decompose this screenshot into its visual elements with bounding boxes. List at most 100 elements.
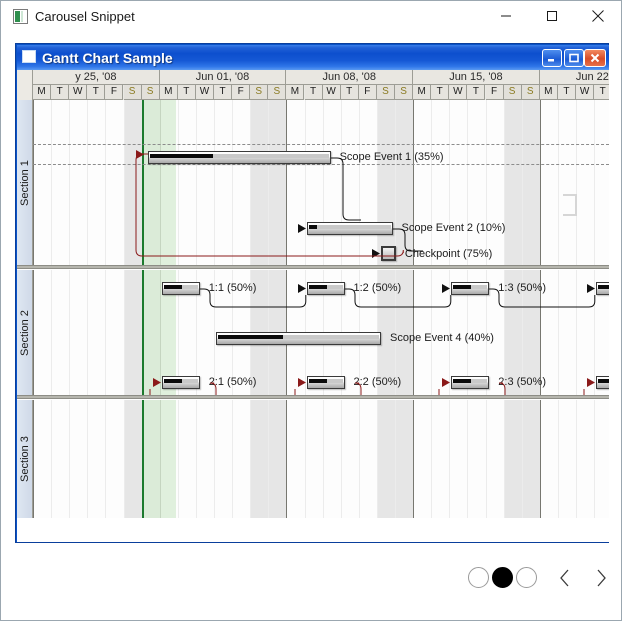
gantt-day-row: MTWTFSSMTWTFSSMTWTFSSMTWTFSSMTWT [33,85,609,100]
minimize-icon[interactable] [483,1,529,31]
day-header-cell: T [304,85,323,100]
grid-line [51,400,53,518]
grid-line [485,400,487,518]
day-header-cell: F [105,85,124,100]
window-titlebar[interactable]: Carousel Snippet [1,1,621,32]
close-icon[interactable] [584,49,606,67]
carousel-dot-2[interactable] [492,567,513,588]
section-plot-1[interactable]: Scope Event 1 (35%) Scope Event 2 (10%) Ch… [33,100,609,265]
day-header-cell: S [268,85,287,100]
progress-fill [598,285,609,289]
maximize-icon[interactable] [529,1,575,31]
day-header-cell: S [521,85,540,100]
grid-line [69,400,71,518]
day-header-cell: T [214,85,233,100]
day-header-cell: F [358,85,377,100]
restore-icon[interactable] [564,49,584,67]
grid-line [431,400,433,518]
grid-line [521,400,523,518]
grid-line [413,400,415,518]
section-label-1: Section 1 [17,100,33,265]
carousel-prev-button[interactable] [551,563,579,593]
connector-arrow [587,284,596,293]
progress-fill [163,285,182,289]
grid-line [87,270,89,395]
clipped-connector-artifact [563,194,577,216]
weekend-column [521,400,540,518]
gantt-bar[interactable] [306,282,345,295]
section-label-text: Section 1 [18,159,31,206]
day-header-cell: F [232,85,251,100]
weekend-column [503,400,522,518]
section-label-3: Section 3 [17,400,33,518]
weekend-column [268,400,287,518]
grid-line [557,100,559,265]
carousel-dot-3[interactable] [516,567,537,588]
day-header-cell: T [557,85,576,100]
gantt-window-title: Gantt Chart Sample [42,50,173,66]
document-icon [22,50,36,63]
section-label-2: Section 2 [17,270,33,395]
grid-line [51,100,53,265]
connector-chain-reverse [437,382,506,395]
grid-line [376,400,378,518]
day-header-cell: F [485,85,504,100]
week-header-cell: y 25, '08 [33,70,160,84]
week-header-cell: Jun 22, '08 [539,70,609,84]
grid-line [358,400,360,518]
day-header-cell: S [376,85,395,100]
day-header-cell: W [322,85,341,100]
grid-line [33,400,34,518]
carousel-controls [1,549,621,619]
grid-line [87,100,89,265]
gantt-bar[interactable] [596,282,609,295]
connector-chain-forward [199,288,310,313]
today-line [141,400,144,518]
grid-line [123,270,125,395]
day-header-cell: T [594,85,609,100]
app-window-icon [13,9,28,24]
today-band [141,400,176,518]
weekend-column [123,400,142,518]
grid-line [268,400,270,518]
gantt-bar[interactable] [161,282,200,295]
connector-chain-reverse [582,383,609,395]
grid-line [195,400,197,518]
minimize-icon[interactable] [542,49,562,67]
grid-line [304,400,306,518]
day-header-cell: W [69,85,88,100]
grid-line [232,400,234,518]
progress-fill [218,335,284,339]
section-plot-3[interactable] [33,400,609,518]
grid-line [503,400,505,518]
carousel-dot-1[interactable] [468,567,489,588]
grid-line [69,100,71,265]
day-header-cell: W [195,85,214,100]
close-icon[interactable] [575,1,621,31]
weekend-column [395,400,414,518]
day-header-cell: M [539,85,558,100]
gantt-plot-area[interactable]: Section 1 Scope Event 1 (35%) Scope Event … [17,100,609,525]
grid-line [557,400,559,518]
section-plot-2[interactable]: 1:1 (50%)1:2 (50%)1:3 (50%)1:4 (50%)Scop… [33,270,609,395]
day-header-cell: M [159,85,178,100]
grid-line [576,100,577,265]
day-header-cell: W [449,85,468,100]
grid-line [105,100,107,265]
week-header-cell: Jun 08, '08 [286,70,414,84]
grid-line [69,270,71,395]
gantt-bar[interactable] [216,332,381,345]
weekend-column [123,270,142,395]
grid-line [576,400,577,518]
grid-line [322,400,324,518]
grid-line [250,400,252,518]
day-header-cell: T [177,85,196,100]
grid-line [594,100,596,265]
gantt-bar[interactable] [451,282,490,295]
today-line [141,270,144,395]
grid-line [123,100,125,265]
grid-line [105,270,107,395]
section-separator [17,265,609,269]
gantt-window-titlebar[interactable]: Gantt Chart Sample [17,45,609,70]
carousel-next-button[interactable] [587,563,615,593]
